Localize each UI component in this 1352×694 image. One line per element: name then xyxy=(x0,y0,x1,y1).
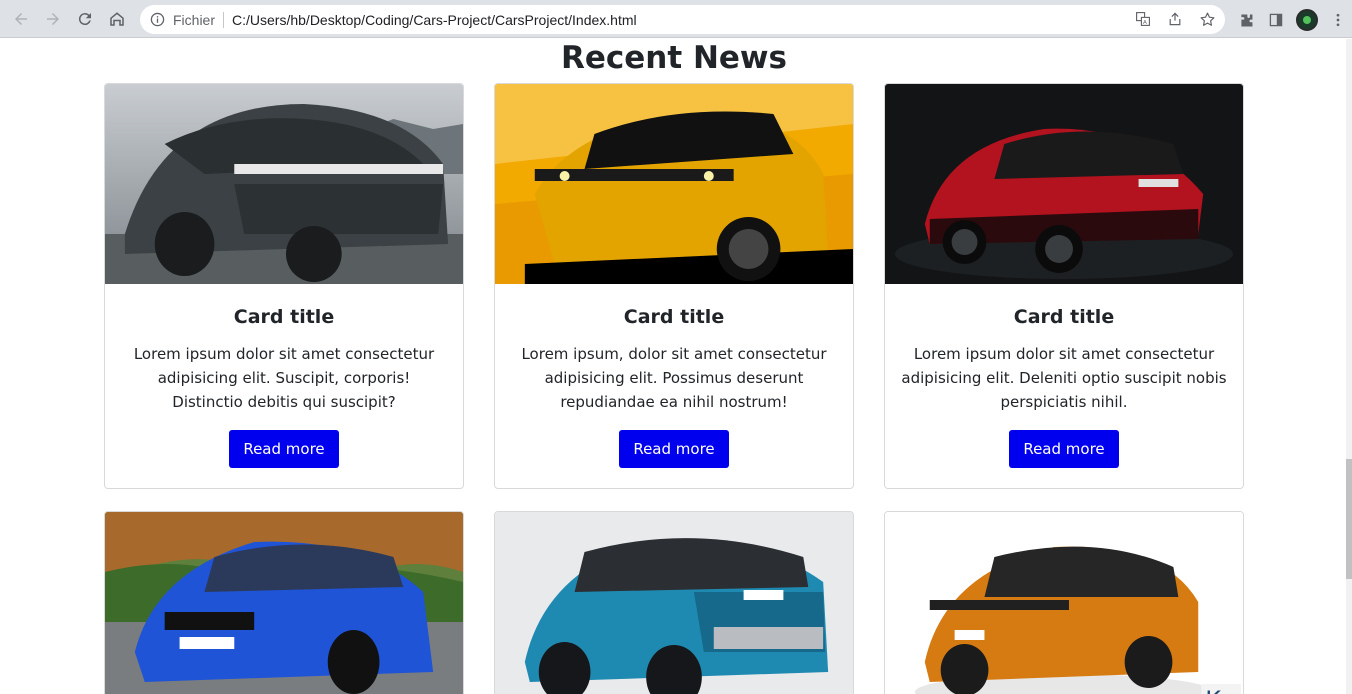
translate-icon[interactable]: A xyxy=(1133,9,1153,29)
card-image-red-suv xyxy=(885,84,1243,284)
star-icon[interactable] xyxy=(1197,9,1217,29)
news-card xyxy=(494,511,854,694)
info-icon[interactable] xyxy=(149,12,165,28)
news-card xyxy=(104,511,464,694)
sidepanel-icon[interactable] xyxy=(1266,10,1286,30)
news-card: Card title Lorem ipsum dolor sit amet co… xyxy=(884,83,1244,489)
read-more-button[interactable]: Read more xyxy=(619,430,729,468)
news-card: Card title Lorem ipsum dolor sit amet co… xyxy=(104,83,464,489)
card-title: Card title xyxy=(1013,306,1115,328)
card-title: Card title xyxy=(233,306,335,328)
card-text: Lorem ipsum dolor sit amet consectetur a… xyxy=(133,345,435,411)
read-more-button[interactable]: Read more xyxy=(1009,430,1119,468)
page-content: Recent News Card title Lorem ipsum dolor… xyxy=(0,39,1352,694)
card-image-yellow-suv-sketch xyxy=(495,84,853,284)
scrollbar[interactable] xyxy=(1346,39,1352,694)
home-icon[interactable] xyxy=(106,8,128,30)
card-image-orange-suv: K xyxy=(885,512,1243,694)
scrollbar-thumb[interactable] xyxy=(1346,459,1352,579)
svg-text:A: A xyxy=(1143,20,1147,26)
menu-icon[interactable] xyxy=(1328,10,1348,30)
reload-icon[interactable] xyxy=(74,8,96,30)
card-text: Lorem ipsum, dolor sit amet consectetur … xyxy=(521,345,827,411)
news-card: Card title Lorem ipsum, dolor sit amet c… xyxy=(494,83,854,489)
scheme-label: Fichier xyxy=(173,11,216,28)
forward-icon[interactable] xyxy=(42,8,64,30)
svg-text:K: K xyxy=(1205,686,1222,694)
divider xyxy=(223,11,225,28)
extensions-icon[interactable] xyxy=(1236,10,1256,30)
back-icon[interactable] xyxy=(10,8,32,30)
browser-toolbar: Fichier C:/Users/hb/Desktop/Coding/Cars-… xyxy=(0,0,1352,38)
url-text[interactable]: C:/Users/hb/Desktop/Coding/Cars-Project/… xyxy=(232,12,637,28)
card-image-dark-grey-suv xyxy=(105,84,463,284)
read-more-button[interactable]: Read more xyxy=(229,430,339,468)
news-card: K xyxy=(884,511,1244,694)
share-icon[interactable] xyxy=(1165,9,1185,29)
card-image-blue-sedan xyxy=(105,512,463,694)
card-title: Card title xyxy=(623,306,725,328)
profile-avatar[interactable] xyxy=(1296,9,1318,31)
address-bar[interactable]: Fichier C:/Users/hb/Desktop/Coding/Cars-… xyxy=(140,5,1225,34)
card-image-teal-suv xyxy=(495,512,853,694)
section-heading: Recent News xyxy=(560,40,788,76)
card-text: Lorem ipsum dolor sit amet consectetur a… xyxy=(901,345,1227,411)
